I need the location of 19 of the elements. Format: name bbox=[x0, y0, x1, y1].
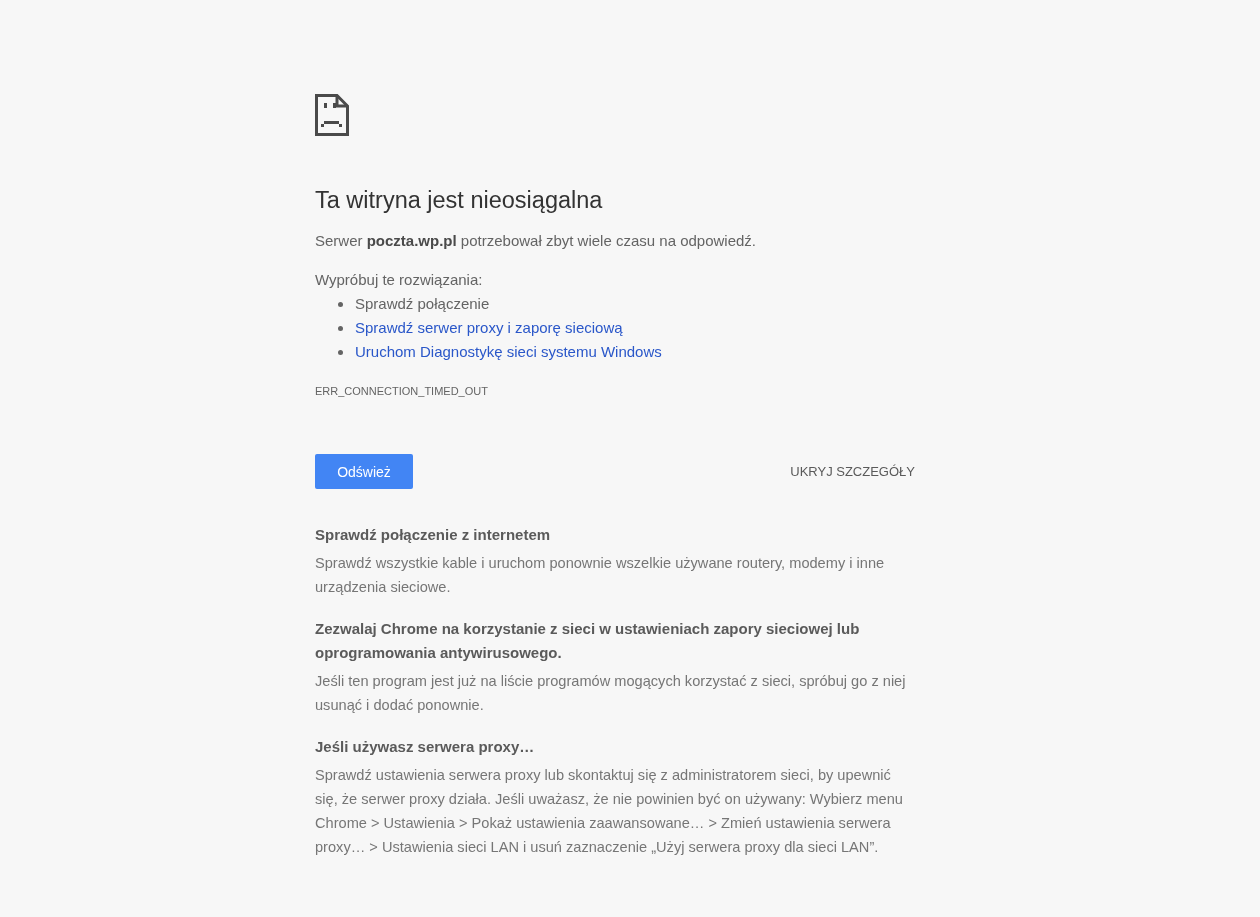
suggestion-link[interactable]: Sprawdź serwer proxy i zaporę sieciową bbox=[355, 316, 623, 340]
details-toggle[interactable]: UKRYJ SZCZEGÓŁY bbox=[790, 458, 915, 485]
detail-text: Jeśli ten program jest już na liście programów mogących korzystać z sieci, spróbuj go z niej usunąć i dodać ponownie. bbox=[315, 672, 907, 715]
detail-text: Sprawdź wszystkie kable i uruchom ponownie wszelkie używane routery, modemy i inne urządzenia sieciowe. bbox=[315, 554, 886, 597]
detail-text: Sprawdź ustawienia serwera proxy lub skontaktuj się z administratorem sieci, by upewnić się, że serwer proxy działa. Jeśli uważasz, że nie powinien być on używany: Wybierz menu Chrome > Ustawienia > Pokaż ustawienia zaawansowane… > Zmień ustawienia serwera proxy… > Ustawienia sieci LAN i usuń zaznaczenie „Użyj serwera proxy dla sieci LAN”. bbox=[315, 766, 904, 857]
bullet-icon bbox=[338, 325, 343, 331]
detail-heading: Zezwalaj Chrome na korzystanie z sieci w ustawieniach zapory sieciowej lub oprogramowania antywirusowego. bbox=[315, 619, 861, 663]
reload-button[interactable]: Odśwież bbox=[315, 454, 413, 489]
sad-file-icon bbox=[315, 94, 349, 136]
bullet-icon bbox=[338, 349, 343, 355]
page-title: Ta witryna jest nieosiągalna bbox=[315, 186, 604, 214]
suggestion-text: Sprawdź połączenie bbox=[355, 294, 490, 314]
summary-text: Serwer poczta.wp.pl potrzebował zbyt wiele czasu na odpowiedź. bbox=[315, 231, 758, 251]
detail-heading: Jeśli używasz serwera proxy… bbox=[315, 737, 536, 757]
suggestion-link[interactable]: Uruchom Diagnostykę sieci systemu Windows bbox=[355, 340, 662, 364]
detail-heading: Sprawdź połączenie z internetem bbox=[315, 525, 552, 545]
suggestions-intro: Wypróbuj te rozwiązania: bbox=[315, 270, 484, 290]
bullet-icon bbox=[338, 301, 343, 307]
error-code: ERR_CONNECTION_TIMED_OUT bbox=[315, 384, 488, 399]
